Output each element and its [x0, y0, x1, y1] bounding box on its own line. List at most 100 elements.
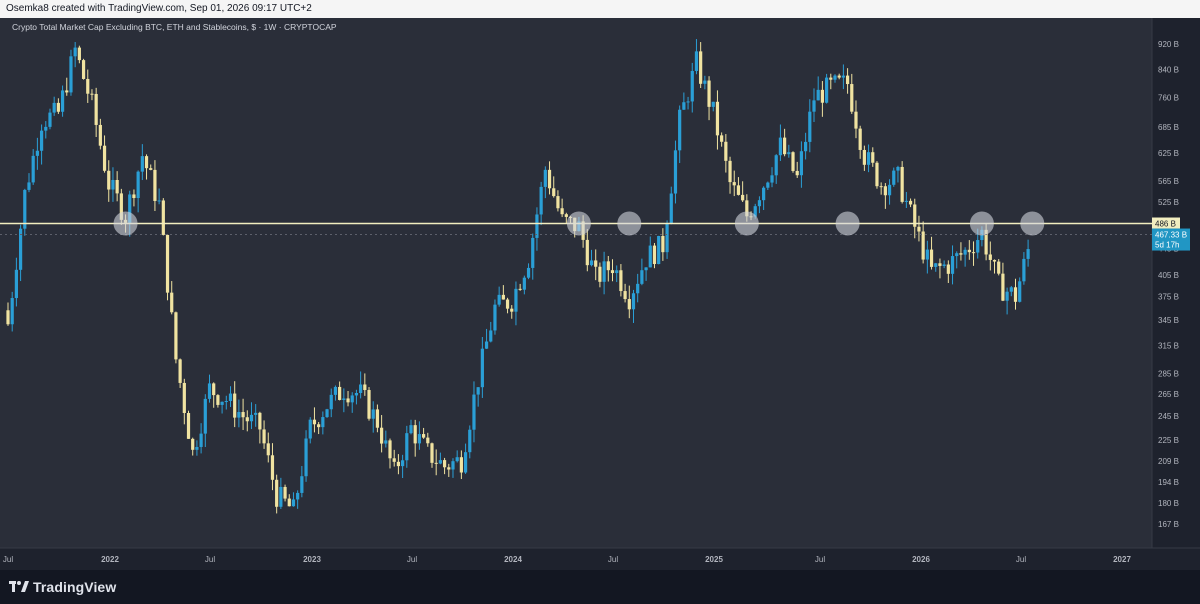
candle-body [904, 200, 908, 202]
candle-body [270, 455, 275, 480]
time-tick-label: Jul [1016, 555, 1026, 564]
candle-body [237, 412, 241, 418]
footer-bar: TradingView [0, 570, 1200, 604]
candle-body [724, 141, 728, 161]
candle-body [976, 240, 980, 253]
candle-body [610, 270, 615, 274]
candle-body [220, 401, 224, 405]
candle-body [107, 170, 111, 190]
tradingview-logo[interactable]: TradingView [8, 576, 116, 598]
candle-body [866, 152, 871, 165]
candle-body [669, 193, 673, 224]
candle-body [258, 412, 262, 430]
candle-body [686, 101, 690, 103]
candle-body [543, 169, 547, 187]
candle-body [955, 253, 959, 257]
price-tick-label: 525 B [1158, 198, 1179, 207]
candle-body [678, 109, 682, 151]
candle-body [652, 245, 657, 265]
time-tick-label: Jul [608, 555, 618, 564]
candle-body [510, 308, 514, 312]
price-tick-label: 625 B [1158, 149, 1179, 158]
candle-body [359, 384, 363, 394]
candle-body [325, 409, 329, 418]
price-tick-label: 285 B [1158, 370, 1179, 379]
candle-body [186, 412, 191, 439]
candle-body [396, 461, 401, 467]
candlestick-chart[interactable]: Crypto Total Market Cap Excluding BTC, E… [0, 18, 1200, 570]
candle-body [417, 434, 421, 444]
candle-body [60, 90, 65, 112]
candle-body [287, 498, 291, 507]
candle-body [787, 152, 791, 155]
touch-marker [566, 211, 591, 236]
candle-body [917, 226, 921, 232]
candle-body [858, 128, 862, 150]
candle-body [380, 427, 384, 444]
candle-body [892, 170, 896, 185]
touch-marker [835, 211, 860, 236]
candle-body [699, 51, 703, 84]
candle-body [442, 460, 447, 468]
candle-body [392, 458, 396, 462]
candle-body [762, 187, 766, 201]
candle-body [409, 425, 413, 434]
price-tick-label: 265 B [1158, 390, 1179, 399]
candle-body [967, 249, 971, 253]
candle-body [48, 112, 52, 127]
candle-body [673, 150, 678, 194]
candle-body [447, 467, 451, 470]
candle-body [774, 155, 778, 176]
candle-body [929, 249, 934, 267]
candle-body [950, 256, 955, 274]
candle-body [921, 231, 925, 260]
candle-body [585, 239, 589, 266]
candle-body [421, 434, 426, 438]
candle-body [132, 194, 136, 199]
candle-body [157, 200, 161, 202]
candle-body [829, 77, 833, 80]
candle-body [178, 359, 182, 383]
candle-body [560, 208, 564, 215]
candle-body [384, 440, 388, 444]
candle-body [489, 330, 493, 342]
price-tick-label: 194 B [1158, 478, 1179, 487]
candle-body [589, 260, 594, 266]
time-tick-label: 2026 [912, 555, 930, 564]
candle-body [720, 135, 724, 142]
candle-body [35, 150, 39, 156]
candle-body [728, 160, 732, 183]
candle-body [342, 398, 346, 400]
candle-body [161, 200, 165, 235]
candle-body [6, 310, 10, 325]
candle-body [854, 111, 858, 129]
chart-area[interactable]: Crypto Total Market Cap Excluding BTC, E… [0, 18, 1200, 570]
candle-body [191, 438, 195, 450]
candle-body [938, 263, 942, 266]
candle-body [31, 155, 35, 183]
time-tick-label: 2023 [303, 555, 321, 564]
candle-body [434, 462, 438, 464]
candle-body [115, 180, 119, 194]
candle-body [27, 182, 31, 190]
candle-body [531, 237, 535, 268]
candle-body [144, 156, 149, 169]
candle-body [321, 417, 325, 428]
candle-body [73, 47, 77, 57]
countdown-label: 5d 17h [1155, 241, 1179, 250]
candle-body [338, 386, 342, 400]
candle-body [367, 390, 371, 419]
candle-body [946, 264, 950, 274]
candle-body [547, 169, 552, 189]
time-tick-label: 2025 [705, 555, 723, 564]
candle-body [291, 499, 296, 507]
candle-body [312, 419, 317, 425]
candle-body [438, 460, 442, 464]
candle-body [388, 440, 392, 459]
candle-body [850, 84, 854, 112]
credit-text: Osemka8 created with TradingView.com, Se… [6, 3, 312, 14]
candle-body [468, 429, 472, 453]
candle-body [1009, 287, 1013, 292]
candle-body [644, 267, 648, 271]
candle-body [602, 261, 606, 282]
